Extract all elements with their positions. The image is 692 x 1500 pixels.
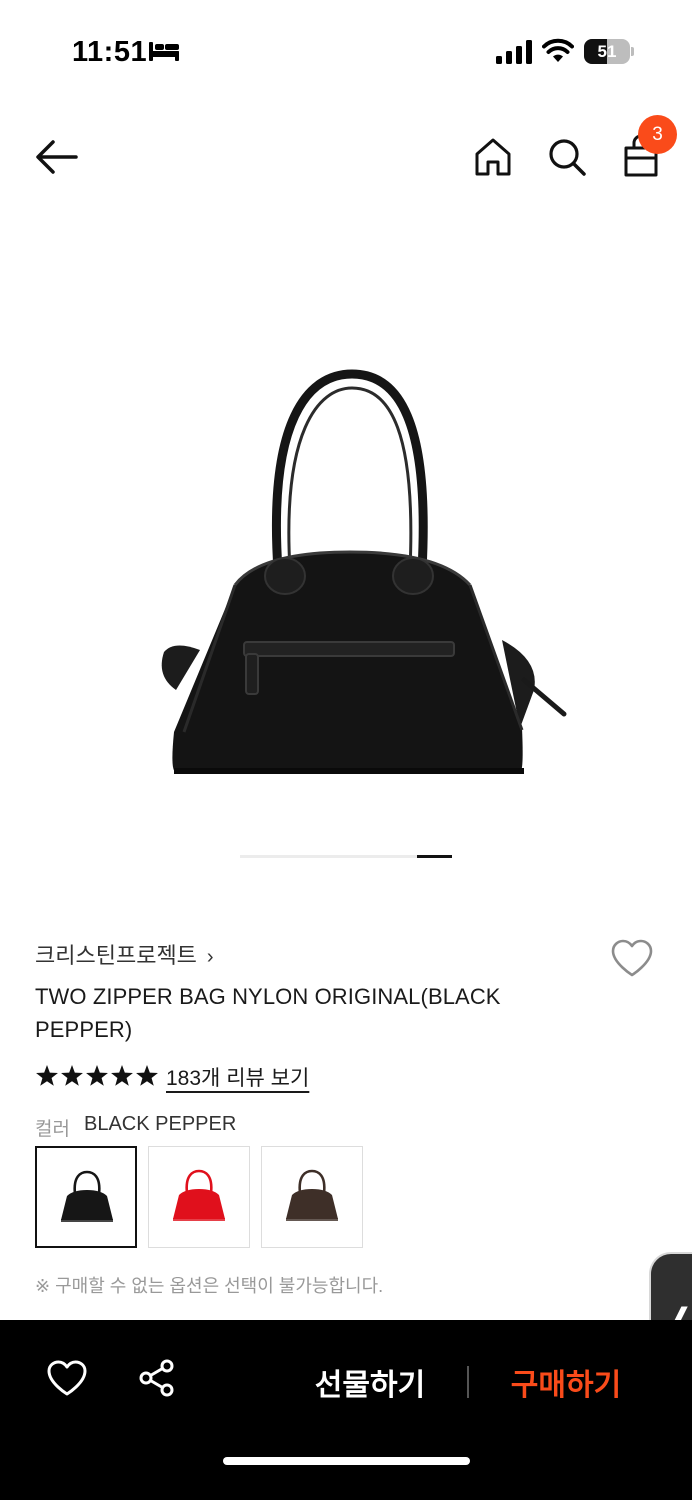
color-value: BLACK PEPPER (84, 1113, 237, 1135)
heart-icon[interactable] (610, 938, 654, 978)
back-arrow-icon[interactable] (34, 138, 78, 176)
cart-count-badge: 3 (638, 115, 677, 154)
color-option-brown[interactable] (261, 1146, 363, 1248)
product-image[interactable] (140, 360, 580, 790)
bag-thumbnail-icon (286, 1169, 338, 1221)
product-title: TWO ZIPPER BAG NYLON ORIGINAL(BLACK PEPP… (35, 984, 501, 1042)
battery-level: 51 (597, 42, 617, 61)
status-bar: 11:51 51 (0, 0, 692, 100)
home-indicator (223, 1457, 470, 1465)
home-icon[interactable] (474, 137, 512, 177)
bed-icon (149, 42, 179, 61)
star-icon (136, 1065, 158, 1086)
star-icon (86, 1065, 108, 1086)
gift-button[interactable]: 선물하기 (300, 1360, 440, 1404)
divider (467, 1366, 469, 1398)
wifi-icon (542, 38, 574, 62)
color-label: 컬러 (35, 1119, 70, 1140)
search-icon[interactable] (547, 137, 587, 177)
cellular-signal-icon (496, 40, 532, 64)
bottom-action-bar: 선물하기 구매하기 (0, 1320, 692, 1500)
battery-icon: 51 (584, 39, 634, 64)
heart-icon[interactable] (46, 1359, 88, 1397)
bag-thumbnail-icon (61, 1170, 113, 1222)
star-icon (61, 1065, 83, 1086)
review-link[interactable]: 183개 리뷰 보기 (166, 1062, 309, 1092)
chevron-right-icon: › (206, 946, 214, 968)
buy-button[interactable]: 구매하기 (496, 1360, 636, 1404)
carousel-progress-indicator (417, 855, 452, 858)
color-option-black[interactable] (35, 1146, 137, 1248)
share-icon[interactable] (138, 1359, 176, 1397)
option-note: ※ 구매할 수 없는 옵션은 선택이 불가능합니다. (35, 1276, 384, 1296)
star-icon (36, 1065, 58, 1086)
brand-link[interactable]: 크리스틴프로젝트 › (35, 938, 214, 970)
color-option-red[interactable] (148, 1146, 250, 1248)
rating-stars-icon (36, 1065, 158, 1086)
status-time: 11:51 (72, 36, 148, 68)
brand-name: 크리스틴프로젝트 (35, 943, 197, 968)
bag-thumbnail-icon (173, 1169, 225, 1221)
star-icon (111, 1065, 133, 1086)
